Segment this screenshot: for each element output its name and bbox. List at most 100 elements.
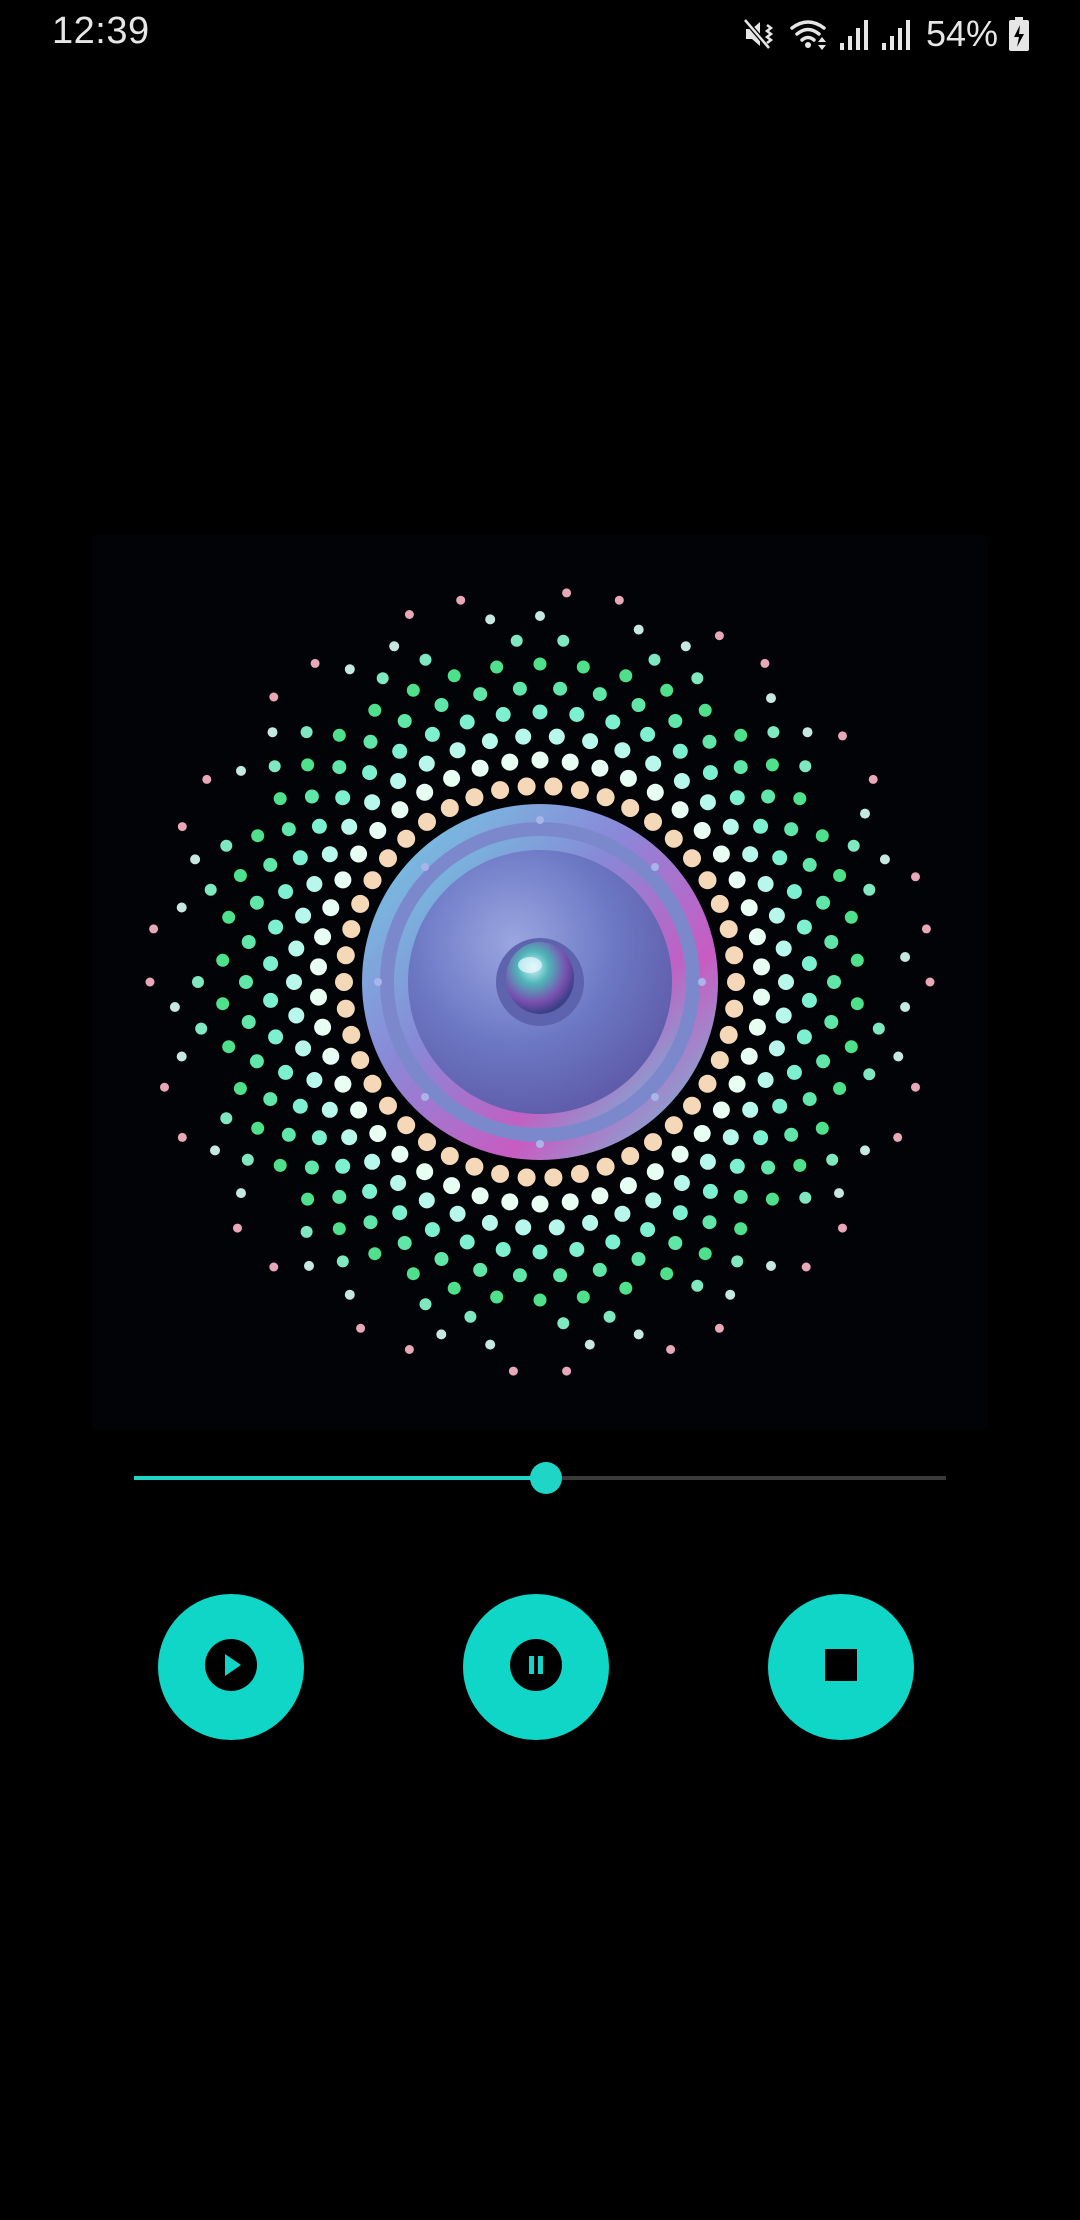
visualizer-dot: [263, 992, 279, 1008]
visualizer-dot: [621, 799, 640, 817]
visualizer-dot: [596, 1157, 615, 1176]
visualizer-dot: [748, 1018, 766, 1036]
visualizer-dot: [149, 924, 159, 934]
visualizer-dot: [786, 884, 802, 900]
visualizer-dot: [233, 1082, 247, 1095]
visualizer-dot: [465, 1157, 484, 1176]
visualizer-dot: [416, 783, 434, 801]
visualizer-dot: [222, 910, 236, 924]
visualizer-dot: [311, 1130, 327, 1146]
visualizer-dot: [310, 658, 320, 668]
visualizer-dot: [233, 1223, 242, 1233]
speaker-graphic: [362, 804, 718, 1160]
visualizer-dot: [390, 1175, 407, 1191]
visualizer-dot: [368, 1247, 382, 1261]
visualizer-dot: [725, 999, 744, 1018]
visualizer-dot: [698, 703, 712, 717]
visualizer-dot: [911, 872, 920, 882]
speaker-visualizer-image: [145, 588, 935, 1376]
visualizer-dot: [614, 742, 631, 759]
seek-bar[interactable]: [134, 1460, 946, 1496]
visualizer-dot: [335, 973, 353, 991]
visualizer-dot: [481, 733, 498, 750]
visualizer-dot: [582, 1214, 599, 1231]
visualizer-dot: [570, 1164, 589, 1183]
visualizer-dot: [778, 974, 794, 990]
visualizer-dot: [757, 876, 774, 892]
visualizer-dot: [672, 743, 688, 759]
visualizer-dot: [833, 1082, 847, 1095]
visualizer-dot: [321, 846, 338, 863]
status-time: 12:39: [52, 10, 150, 52]
visualizer-dot: [447, 669, 461, 683]
visualizer-dot: [710, 894, 729, 913]
visualizer-dot: [177, 1132, 187, 1142]
visualizer-dot: [760, 658, 770, 668]
visualizer-dot: [512, 681, 527, 696]
visualizer-dot: [532, 1244, 548, 1260]
visualizer-dot: [364, 1153, 381, 1170]
visualizer-dot: [753, 1130, 769, 1146]
visualizer-dot: [775, 940, 792, 957]
visualizer-dot: [491, 1164, 510, 1183]
visualizer-dot: [449, 1205, 466, 1222]
visualizer-dot: [614, 1205, 631, 1222]
visualizer-dot: [210, 1145, 220, 1156]
visualizer-dot: [603, 1310, 616, 1323]
visualizer-dot: [533, 657, 547, 671]
visualizer-dot: [757, 1072, 774, 1088]
visualizer-dot: [553, 1268, 568, 1283]
visualizer-dot: [702, 1183, 718, 1199]
visualizer-dot: [766, 693, 776, 704]
visualizer-dot: [363, 734, 378, 749]
visualizer-dot: [725, 1289, 736, 1300]
visualizer-dot: [673, 1175, 690, 1191]
visualizer-dot: [693, 1125, 711, 1142]
play-button[interactable]: [158, 1594, 304, 1740]
visualizer-dot: [784, 1127, 799, 1142]
visualizer-dot: [633, 1329, 644, 1340]
visualizer-dot: [768, 1040, 785, 1057]
visualizer-dot: [459, 714, 475, 730]
visualizer-dot: [644, 812, 662, 831]
visualizer-dot: [495, 707, 511, 722]
visualizer-dot: [306, 1072, 323, 1088]
visualizer-dot: [379, 1096, 397, 1115]
visualizer-dot: [591, 759, 609, 777]
visualizer-dot: [740, 899, 758, 917]
visualizer-dot: [761, 1160, 776, 1175]
visualizer-dot: [390, 773, 407, 789]
visualizer-dot: [860, 1145, 870, 1156]
pause-button[interactable]: [463, 1594, 609, 1740]
visualizer-dot: [671, 801, 689, 819]
visualizer-dot: [680, 641, 691, 652]
visualizer-dot: [239, 975, 253, 989]
stop-button[interactable]: [768, 1594, 914, 1740]
visualizer-dot: [269, 1262, 279, 1272]
visualizer-dot: [698, 1074, 717, 1093]
visualizer-dot: [646, 783, 664, 801]
visualizer-dot: [827, 975, 841, 989]
visualizer-dot: [900, 952, 911, 962]
seek-thumb[interactable]: [529, 1462, 562, 1494]
visualizer-dot: [471, 759, 489, 777]
visualizer-dot: [765, 758, 779, 772]
visualizer-dot: [753, 988, 770, 1006]
visualizer-dot: [342, 1025, 361, 1044]
visualizer-dot: [332, 1222, 346, 1236]
visualizer-dot: [341, 1129, 358, 1146]
wifi-icon: [788, 16, 828, 52]
visualizer-dot: [838, 1223, 847, 1233]
stop-icon: [823, 1647, 859, 1688]
visualizer-dot: [418, 755, 435, 772]
visualizer-dot: [531, 751, 549, 769]
visualizer-dot: [456, 595, 466, 605]
play-icon: [203, 1637, 259, 1698]
visualizer-dot: [392, 743, 408, 759]
visualizer-dot: [640, 1222, 656, 1238]
visualizer-dot: [786, 1064, 802, 1080]
visualizer-dot: [605, 714, 621, 730]
visualizer-dot: [801, 1262, 811, 1272]
visualizer-dot: [673, 773, 690, 789]
visualizer-dot: [443, 1177, 461, 1195]
